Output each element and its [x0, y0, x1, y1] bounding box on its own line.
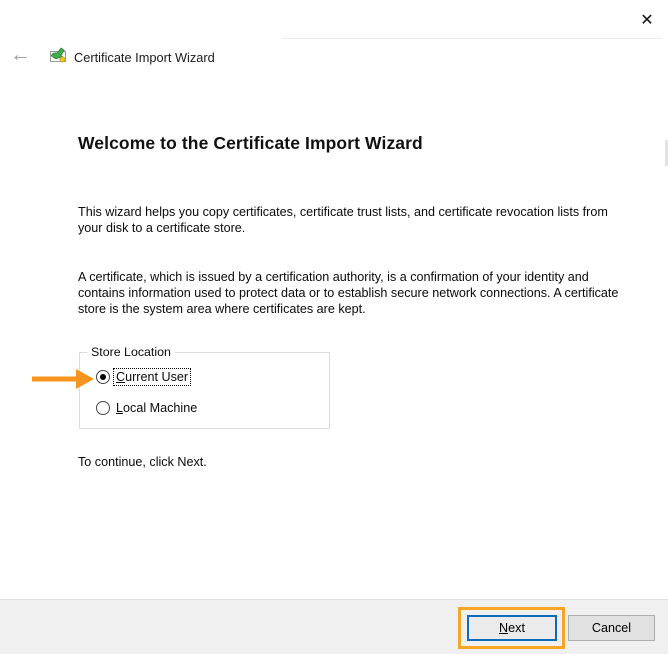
label-rest: ocal Machine [123, 401, 198, 415]
label-rest: urrent User [125, 370, 189, 384]
accel-char: N [499, 621, 509, 635]
certificate-import-wizard-window: ✕ ← Certificate Import Wizard Welcome to… [0, 0, 668, 654]
titlebar-divider [282, 38, 661, 39]
radio-local-machine[interactable]: Local Machine [96, 400, 199, 416]
store-location-groupbox: Store Location Current User Local Machin… [79, 345, 330, 429]
label-rest: ext [508, 621, 525, 635]
back-arrow-icon[interactable]: ← [10, 44, 31, 65]
accel-char: C [116, 370, 126, 384]
accel-char: L [116, 401, 124, 415]
radio-current-user-label[interactable]: Current User [112, 368, 192, 386]
instruction-text: To continue, click Next. [78, 455, 207, 469]
store-location-legend: Store Location [87, 345, 175, 359]
radio-current-user[interactable]: Current User [96, 368, 192, 386]
close-icon[interactable]: ✕ [636, 10, 658, 32]
next-button[interactable]: Next [467, 615, 557, 641]
annotation-arrow-icon [32, 369, 94, 389]
cancel-button[interactable]: Cancel [568, 615, 655, 641]
wizard-title: Certificate Import Wizard [74, 50, 215, 65]
page-heading: Welcome to the Certificate Import Wizard [78, 133, 423, 153]
certificate-import-icon [50, 47, 66, 63]
description-paragraph: A certificate, which is issued by a cert… [78, 270, 619, 316]
intro-paragraph: This wizard helps you copy certificates,… [78, 205, 608, 235]
radio-button-icon[interactable] [96, 370, 110, 384]
radio-local-machine-label[interactable]: Local Machine [114, 400, 199, 416]
radio-button-icon[interactable] [96, 401, 110, 415]
